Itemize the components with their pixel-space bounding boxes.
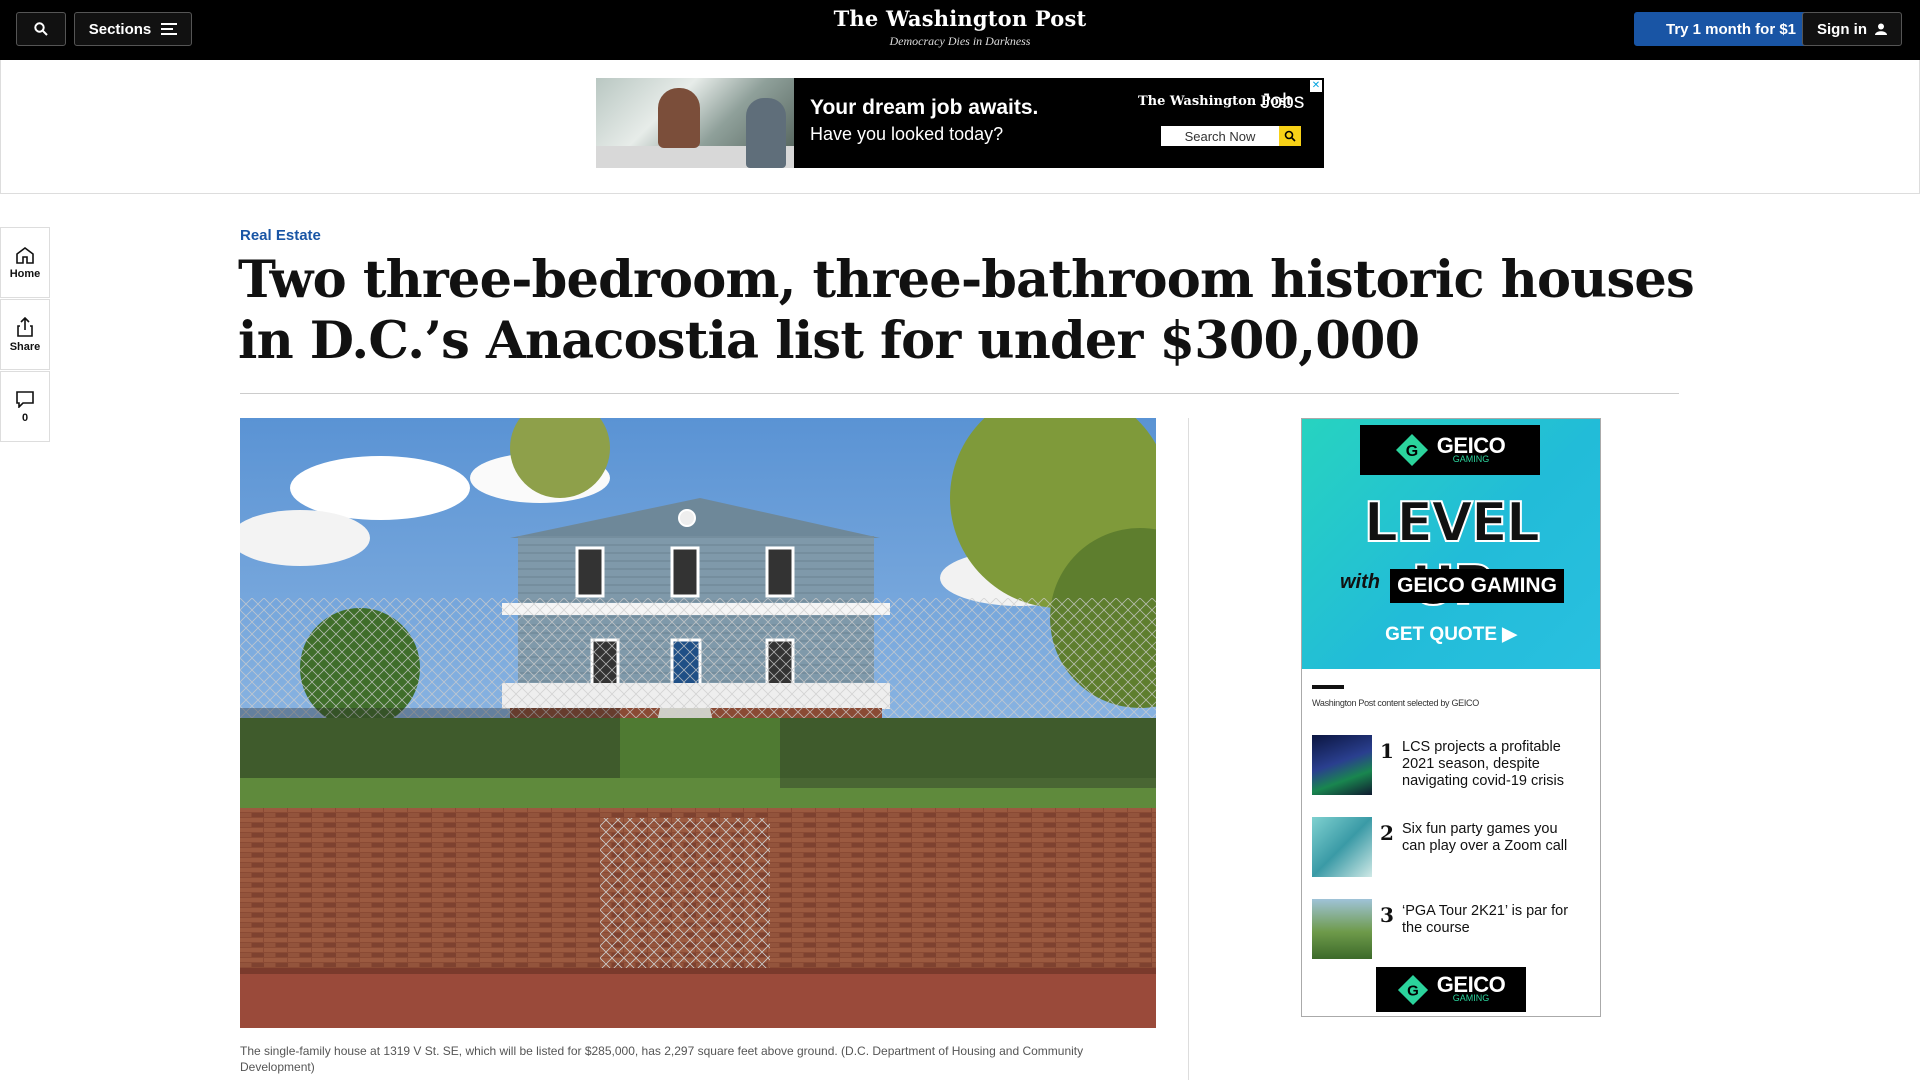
comments-count: 0: [21, 411, 29, 424]
sponsored-list-item[interactable]: 2 Six fun party games you can play over …: [1312, 817, 1592, 879]
ad-office-photo: [596, 78, 794, 168]
item-number: 1: [1380, 739, 1394, 763]
ad-close-icon[interactable]: ✕: [1310, 80, 1322, 92]
sections-menu-button[interactable]: Sections: [74, 12, 192, 46]
geico-brand: GEICO: [1436, 972, 1506, 997]
article-headline: Two three-bedroom, three-bathroom histor…: [238, 250, 1695, 371]
sponsored-list-item[interactable]: 1 LCS projects a profitable 2021 season,…: [1312, 735, 1592, 797]
ad-search-icon[interactable]: [1279, 126, 1301, 146]
user-icon: [1875, 23, 1887, 35]
article-tool-rail: Home Share 0: [0, 227, 50, 443]
jobs-ad-banner[interactable]: Your dream job awaits. Have you looked t…: [596, 78, 1324, 168]
sponsored-list-item[interactable]: 3 ‘PGA Tour 2K21’ is par for the course: [1312, 899, 1592, 961]
rail-home-button[interactable]: Home: [0, 227, 50, 298]
search-icon: [34, 22, 48, 36]
item-thumbnail: [1312, 735, 1372, 795]
site-tagline: Democracy Dies in Darkness: [889, 34, 1031, 48]
geico-gaming-banner[interactable]: G GEICO GAMING LEVEL UP with GEICO GAMIN…: [1302, 419, 1600, 669]
item-thumbnail: [1312, 899, 1372, 959]
geico-logo-bar: G GEICO GAMING: [1360, 425, 1540, 475]
subscribe-button[interactable]: Try 1 month for $1: [1634, 12, 1828, 46]
section-kicker-link[interactable]: Real Estate: [240, 227, 321, 244]
geico-sponsored-ad[interactable]: G GEICO GAMING LEVEL UP with GEICO GAMIN…: [1301, 418, 1601, 1017]
ad-subline: Have you looked today?: [810, 124, 1004, 144]
item-title-link[interactable]: Six fun party games you can play over a …: [1402, 821, 1580, 855]
column-divider: [1188, 418, 1189, 1080]
geico-brand: GEICO: [1436, 432, 1506, 458]
headline-divider: [240, 393, 1679, 394]
sponsored-label: Washington Post content selected by GEIC…: [1312, 698, 1479, 708]
article-lead-photo[interactable]: [240, 418, 1156, 1028]
section-accent-bar: [1312, 685, 1344, 689]
share-icon: [17, 316, 33, 337]
ad-search-now[interactable]: Search Now: [1161, 126, 1279, 146]
menu-icon: [161, 23, 178, 35]
sign-in-button[interactable]: Sign in: [1802, 12, 1902, 46]
search-button[interactable]: [16, 12, 66, 46]
home-label: Home: [9, 267, 41, 280]
svg-text:G: G: [1407, 982, 1419, 999]
ad-jobs-label: Jobs: [1260, 90, 1305, 113]
photo-caption: The single-family house at 1319 V St. SE…: [240, 1044, 1084, 1074]
geico-footer-logo[interactable]: G GEICO GAMING: [1376, 967, 1526, 1012]
item-thumbnail: [1312, 817, 1372, 877]
sections-label: Sections: [88, 20, 152, 38]
get-quote-button[interactable]: GET QUOTE ▶: [1302, 623, 1600, 646]
geico-g-icon: G: [1395, 434, 1428, 466]
site-logo[interactable]: The Washington Post: [760, 6, 1160, 31]
item-title-link[interactable]: ‘PGA Tour 2K21’ is par for the course: [1402, 903, 1580, 937]
geico-gaming-text: GEICO GAMING: [1390, 569, 1564, 603]
with-text: with: [1340, 571, 1380, 593]
comment-icon: [16, 390, 34, 408]
item-number: 2: [1380, 821, 1394, 845]
masthead[interactable]: The Washington Post Democracy Dies in Da…: [760, 6, 1160, 49]
item-number: 3: [1380, 903, 1394, 927]
share-label: Share: [9, 340, 41, 353]
svg-text:G: G: [1406, 443, 1418, 460]
home-icon: [16, 246, 34, 264]
geico-g-icon: G: [1397, 974, 1428, 1005]
ad-headline: Your dream job awaits.: [810, 96, 1039, 119]
item-title-link[interactable]: LCS projects a profitable 2021 season, d…: [1402, 739, 1580, 790]
top-navigation-bar: Sections The Washington Post Democracy D…: [0, 0, 1920, 60]
rail-share-button[interactable]: Share: [0, 299, 50, 370]
rail-comments-button[interactable]: 0: [0, 371, 50, 442]
sign-in-label: Sign in: [1817, 20, 1867, 38]
